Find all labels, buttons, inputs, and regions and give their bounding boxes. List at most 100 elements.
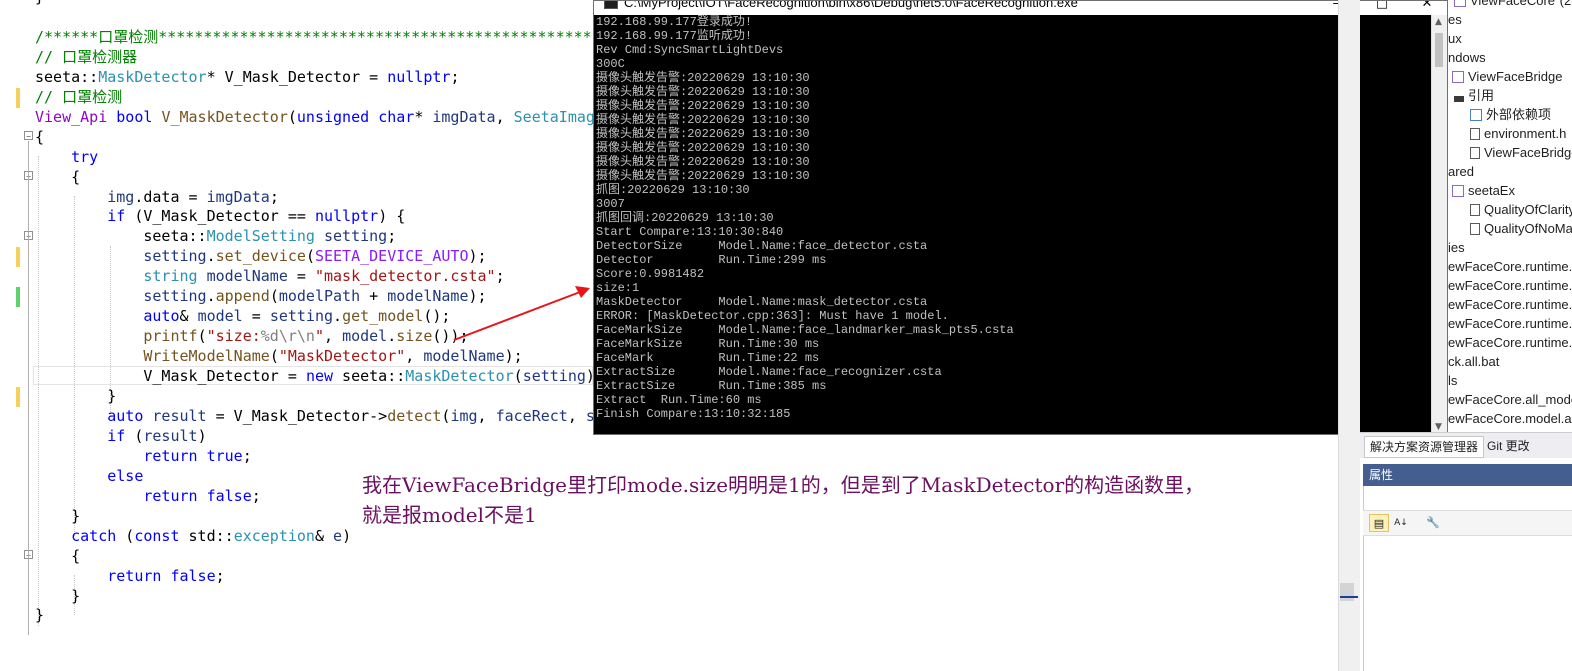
code-line: View_Api bool V_MaskDetector(unsigned ch… <box>35 107 604 126</box>
tree-item[interactable]: ndows <box>1448 48 1486 67</box>
tree-item[interactable]: ewFaceCore.runtime.li <box>1448 276 1572 295</box>
tree-item[interactable]: 引用 <box>1454 86 1494 105</box>
tree-item-label: ViewFaceBridge.c <box>1484 145 1572 160</box>
tree-item-label: seetaEx <box>1468 183 1515 198</box>
code-line: img.data = imgData; <box>107 187 279 206</box>
code-line: { <box>35 167 81 186</box>
tree-item[interactable]: ewFaceCore.runtime.o <box>1448 314 1572 333</box>
tree-item[interactable]: ewFaceCore.runtime.o <box>1448 333 1572 352</box>
tree-item-label: ViewFaceBridge <box>1468 69 1563 84</box>
console-line: 摄像头触发告警:20220629 13:10:30 <box>596 99 810 113</box>
console-line: 摄像头触发告警:20220629 13:10:30 <box>596 85 810 99</box>
code-line: auto& model = setting.get_model(); <box>143 307 451 326</box>
tree-item[interactable]: ViewFaceCore"(28 个 <box>1454 0 1572 10</box>
code-line: setting.append(modelPath + modelName); <box>143 287 487 306</box>
code-line: auto result = V_Mask_Detector->detect(im… <box>107 406 649 425</box>
code-line: // 口罩检测器 <box>35 47 138 66</box>
tree-item[interactable]: ewFaceCore.all_model <box>1448 390 1572 409</box>
editor-vertical-scrollbar[interactable] <box>1338 0 1360 671</box>
console-line: Score:0.9981482 <box>596 267 705 281</box>
code-line: try <box>71 147 99 166</box>
console-window[interactable]: C:\MyProject\IOT\FaceRecognition\bin\x86… <box>593 0 1448 435</box>
tree-item[interactable]: ViewFaceBridge.c <box>1470 143 1572 162</box>
tab-git-changes[interactable]: Git 更改 <box>1482 436 1535 456</box>
close-button[interactable]: ✕ <box>1417 1 1437 13</box>
code-line: catch (const std::exception& e) <box>71 526 352 545</box>
tree-item-label: 引用 <box>1468 88 1495 103</box>
console-scrollbar[interactable]: ▲ ▼ <box>1431 15 1447 434</box>
file-icon <box>1470 204 1480 216</box>
code-line: printf("size:%d\r\n", model.size()); <box>143 327 469 346</box>
scroll-up-icon[interactable]: ▲ <box>1435 17 1442 27</box>
change-marker <box>16 88 20 108</box>
console-line: 摄像头触发告警:20220629 13:10:30 <box>596 155 810 169</box>
property-pages-icon[interactable]: 🔧 <box>1423 514 1443 532</box>
console-line: MaskDetector Model.Name:mask_detector.cs… <box>596 295 928 309</box>
tree-item[interactable]: es <box>1448 10 1462 29</box>
console-line: Extract Run.Time:60 ms <box>596 393 762 407</box>
console-line: Finish Compare:13:10:32:185 <box>596 407 791 421</box>
code-line: } <box>35 506 81 525</box>
tree-item-label: es <box>1448 12 1462 27</box>
code-line: string modelName = "mask_detector.csta"; <box>143 267 505 286</box>
tree-item[interactable]: seetaEx <box>1452 181 1515 200</box>
console-line: FaceMark Run.Time:22 ms <box>596 351 820 365</box>
code-line: /******口罩检测*****************************… <box>35 27 601 46</box>
tree-item-label: environment.h <box>1484 126 1567 141</box>
scroll-down-icon[interactable]: ▼ <box>1435 422 1442 432</box>
code-line: // 口罩检测 <box>35 87 123 106</box>
tree-item-label: ndows <box>1448 50 1486 65</box>
file-icon <box>1470 223 1480 235</box>
console-line: size:1 <box>596 281 640 295</box>
tree-item[interactable]: QualityOfNoMask <box>1470 219 1572 238</box>
console-line: 摄像头触发告警:20220629 13:10:30 <box>596 127 810 141</box>
console-app-icon <box>604 1 618 9</box>
code-line: return false; <box>143 486 261 505</box>
properties-title: 属性 <box>1363 464 1572 486</box>
code-line: V_Mask_Detector = new seeta::MaskDetecto… <box>35 367 604 386</box>
panel-tabs: 解决方案资源管理器 Git 更改 <box>1360 432 1572 458</box>
alphabetical-icon[interactable]: A↓ <box>1391 514 1411 532</box>
file-icon <box>1454 96 1464 102</box>
code-line: return false; <box>107 566 225 585</box>
change-marker <box>16 247 20 267</box>
tree-item[interactable]: ewFaceCore.model.a <box>1448 409 1572 428</box>
code-line: WriteModelName("MaskDetector", modelName… <box>143 347 523 366</box>
tree-item[interactable]: ck.all.bat <box>1448 352 1499 371</box>
console-title: C:\MyProject\IOT\FaceRecognition\bin\x86… <box>624 1 1078 10</box>
console-titlebar[interactable]: C:\MyProject\IOT\FaceRecognition\bin\x86… <box>594 1 1447 15</box>
tree-item[interactable]: ewFaceCore.runtime.li <box>1448 257 1572 276</box>
scroll-thumb[interactable] <box>1435 33 1443 67</box>
categorized-icon[interactable]: ▤ <box>1369 514 1389 532</box>
console-line: ExtractSize Model.Name:face_recognizer.c… <box>596 365 942 379</box>
annotation-text: 我在ViewFaceBridge里打印mode.size明明是1的，但是到了Ma… <box>362 470 1322 530</box>
tree-item-label: QualityOfNoMask <box>1484 221 1572 236</box>
tree-item-label: ewFaceCore.runtime.li <box>1448 278 1572 293</box>
tree-item[interactable]: ared <box>1448 162 1474 181</box>
scrollbar-marker <box>1340 583 1354 601</box>
tree-item[interactable]: 外部依赖项 <box>1470 105 1551 124</box>
tree-item-label: ared <box>1448 164 1475 179</box>
console-line: 摄像头触发告警:20220629 13:10:30 <box>596 71 810 85</box>
tree-item-label: QualityOfClarityEx <box>1484 202 1572 217</box>
tree-item-label: ewFaceCore.all_model <box>1448 392 1572 407</box>
tab-solution-explorer[interactable]: 解决方案资源管理器 <box>1364 436 1485 458</box>
code-line: { <box>35 127 45 146</box>
tree-item[interactable]: environment.h <box>1470 124 1566 143</box>
console-line: 摄像头触发告警:20220629 13:10:30 <box>596 113 810 127</box>
tree-item[interactable]: ux <box>1448 29 1462 48</box>
scrollbar-caret-marker <box>1340 596 1358 598</box>
fold-toggle[interactable]: − <box>24 131 33 141</box>
tree-item[interactable]: ies <box>1448 238 1465 257</box>
console-output: 192.168.99.177登录成功! 192.168.99.177监听成功! Re… <box>596 15 1432 433</box>
tree-item[interactable]: ls <box>1448 371 1457 390</box>
tree-item[interactable]: QualityOfClarityEx <box>1470 200 1572 219</box>
tree-item[interactable]: ViewFaceBridge <box>1452 67 1562 86</box>
tree-item[interactable]: ewFaceCore.runtime.o <box>1448 295 1572 314</box>
maximize-button[interactable]: □ <box>1372 1 1392 13</box>
tree-item-label: ewFaceCore.model.a <box>1448 411 1572 426</box>
code-line: } <box>35 586 81 605</box>
properties-toolbar: ▤ A↓ 🔧 <box>1363 510 1572 536</box>
solution-explorer-tree[interactable]: ViewFaceCore"(28 个 es ux ndows ViewFaceBridg… <box>1448 0 1572 432</box>
tree-item-label: ewFaceCore.runtime.o <box>1448 316 1572 331</box>
